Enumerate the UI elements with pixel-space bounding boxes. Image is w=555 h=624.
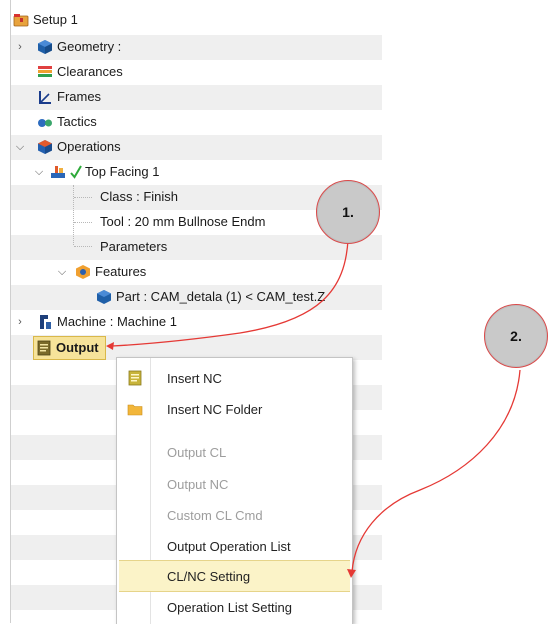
menu-item-label: CL/NC Setting [167, 568, 251, 584]
tree-item-parameters[interactable]: Parameters [100, 235, 167, 259]
operations-cube-icon [37, 139, 53, 155]
menu-item-insert-nc-folder[interactable]: Insert NC Folder [119, 394, 350, 424]
callout-step-2: 2. [484, 304, 548, 368]
menu-item-operation-list-setting[interactable]: Operation List Setting [119, 592, 350, 622]
tree-item-frames[interactable]: Frames [37, 85, 101, 109]
folder-icon [127, 401, 143, 417]
output-context-menu: Insert NC Insert NC Folder Output CL Out… [116, 357, 353, 624]
tree-item-label: Output [56, 340, 99, 355]
output-file-icon [36, 340, 52, 356]
menu-item-output-operation-list[interactable]: Output Operation List [119, 531, 350, 561]
tree-item-features[interactable]: Features [75, 260, 146, 284]
checkmark-icon [70, 164, 82, 180]
tree-item-label: Setup 1 [33, 12, 78, 27]
collapse-chevron-down-icon[interactable]: ⌵ [33, 160, 45, 184]
facing-operation-icon [50, 164, 66, 180]
callout-step-1: 1. [316, 180, 380, 244]
tree-item-label: Tool : 20 mm Bullnose Endm [100, 214, 266, 229]
tree-item-label: Class : Finish [100, 189, 179, 204]
expand-chevron-right-icon[interactable]: › [14, 35, 26, 59]
frames-axis-icon [37, 89, 53, 105]
tree-connector [73, 185, 74, 245]
tree-item-label: Machine : Machine 1 [57, 314, 177, 329]
collapse-chevron-down-icon[interactable]: ⌵ [56, 260, 68, 284]
tree-item-setup[interactable]: Setup 1 [13, 8, 78, 32]
setup-folder-icon [13, 12, 29, 28]
tree-item-label: Top Facing 1 [85, 164, 160, 179]
part-cube-icon [96, 289, 112, 305]
menu-item-label: Operation List Setting [167, 599, 293, 615]
tree-item-tactics[interactable]: Tactics [37, 110, 97, 134]
tree-item-label: Geometry : [57, 39, 122, 54]
geometry-cube-icon [37, 39, 53, 55]
menu-item-custom-cl-cmd[interactable]: Custom CL Cmd [119, 500, 350, 530]
tree-item-label: Features [95, 264, 147, 279]
menu-item-label: Output NC [167, 476, 229, 492]
menu-item-label: Output Operation List [167, 538, 291, 554]
tree-item-label: Clearances [57, 64, 123, 79]
tree-item-label: Parameters [100, 239, 168, 254]
tree-item-clearances[interactable]: Clearances [37, 60, 123, 84]
features-icon [75, 264, 91, 280]
menu-item-label: Custom CL Cmd [167, 507, 263, 523]
menu-item-insert-nc[interactable]: Insert NC [119, 363, 350, 393]
menu-item-cl-nc-setting[interactable]: CL/NC Setting [119, 560, 350, 592]
menu-item-output-nc[interactable]: Output NC [119, 469, 350, 499]
tree-connector [74, 197, 92, 198]
tree-item-class[interactable]: Class : Finish [100, 185, 178, 209]
tree-item-machine[interactable]: Machine : Machine 1 [37, 310, 177, 334]
clearances-layers-icon [37, 64, 53, 80]
tree-item-top-facing[interactable]: Top Facing 1 [50, 160, 159, 184]
menu-item-label: Output CL [167, 444, 227, 460]
menu-item-label: Insert NC Folder [167, 401, 263, 417]
tree-connector [74, 222, 92, 223]
menu-item-output-cl[interactable]: Output CL [119, 437, 350, 467]
collapse-chevron-down-icon[interactable]: ⌵ [14, 135, 26, 159]
tree-connector [74, 246, 92, 247]
tree-item-label: Frames [57, 89, 102, 104]
tree-item-label: Operations [57, 139, 121, 154]
tree-item-geometry[interactable]: Geometry : [37, 35, 121, 59]
tree-row-bg [11, 235, 382, 260]
tree-item-part[interactable]: Part : CAM_detala (1) < CAM_test.Z [96, 285, 325, 309]
machine-icon [37, 314, 53, 330]
tree-item-tool[interactable]: Tool : 20 mm Bullnose Endm [100, 210, 265, 234]
menu-item-label: Insert NC [167, 370, 222, 386]
tree-item-output[interactable]: Output [33, 336, 106, 360]
nc-file-icon [127, 370, 143, 386]
expand-chevron-right-icon[interactable]: › [14, 310, 26, 334]
tree-item-label: Part : CAM_detala (1) < CAM_test.Z [116, 289, 326, 304]
tree-item-label: Tactics [57, 114, 97, 129]
tactics-icon [37, 114, 53, 130]
tree-item-operations[interactable]: Operations [37, 135, 121, 159]
